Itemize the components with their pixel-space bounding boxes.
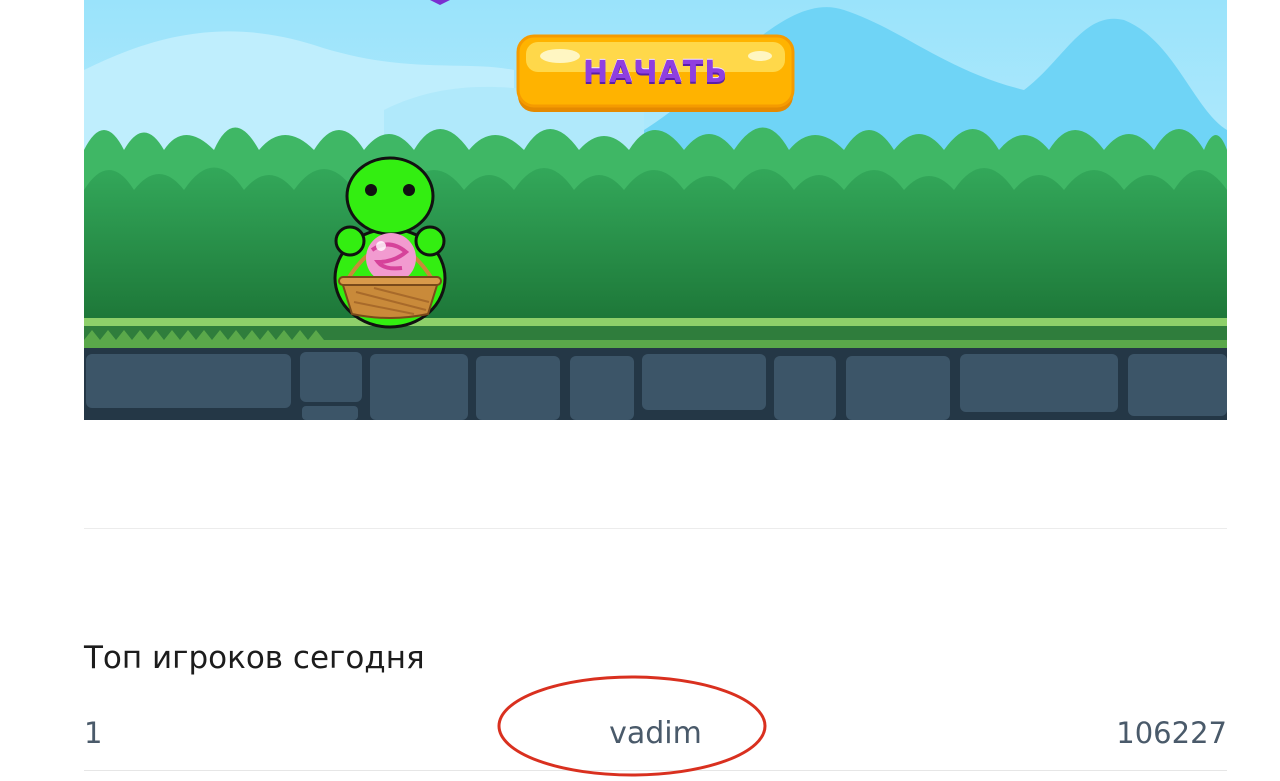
divider xyxy=(84,528,1227,529)
start-button-label: НАЧАТЬ xyxy=(582,54,729,90)
player-score: 106227 xyxy=(1116,716,1227,750)
candy-ball-icon xyxy=(366,233,416,283)
leaderboard-title: Топ игроков сегодня xyxy=(84,640,425,676)
bushes-front xyxy=(84,167,1227,330)
game-canvas[interactable]: НАЧАТЬ xyxy=(84,0,1227,420)
player-character-icon xyxy=(333,156,447,329)
grass-top xyxy=(84,318,1227,326)
player-name: vadim xyxy=(609,716,702,751)
basket-icon xyxy=(338,276,442,319)
start-button[interactable]: НАЧАТЬ xyxy=(516,34,795,114)
table-row: 1 vadim 106227 xyxy=(84,712,1227,771)
